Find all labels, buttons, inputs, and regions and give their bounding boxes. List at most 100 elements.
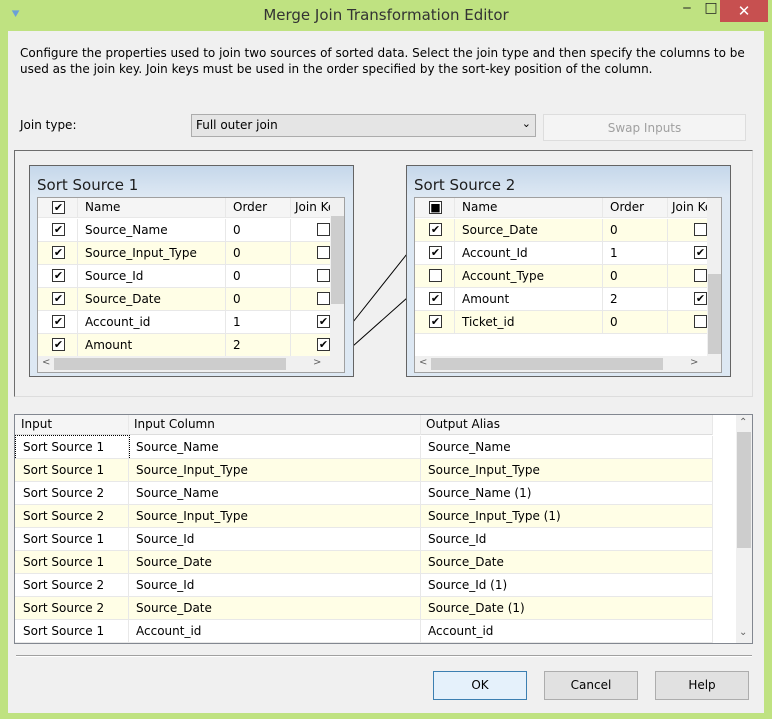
scroll-down-icon[interactable]: ⌄ [739, 627, 747, 638]
include-cell[interactable]: ✔ [38, 311, 78, 334]
include-cell[interactable]: ✔ [415, 311, 455, 334]
include-checkbox[interactable]: ✔ [52, 269, 65, 282]
scroll-right-icon[interactable]: > [690, 357, 698, 368]
include-cell[interactable]: ✔ [38, 288, 78, 311]
join-key-cell[interactable] [668, 265, 708, 288]
join-key-cell[interactable]: ✔ [291, 311, 331, 334]
output-row[interactable]: Sort Source 2 Source_Date Source_Date (1) [15, 597, 713, 620]
scroll-thumb[interactable] [431, 358, 663, 370]
join-key-checkbox[interactable] [694, 269, 707, 282]
join-key-checkbox[interactable] [317, 223, 330, 236]
join-type-dropdown[interactable]: Full outer join ⌄ [191, 114, 536, 137]
include-cell[interactable]: ✔ [38, 334, 78, 357]
column-row[interactable]: ✔ Account_Id 1 ✔ [415, 242, 707, 265]
join-key-cell[interactable] [291, 288, 331, 311]
swap-inputs-button[interactable]: Swap Inputs [543, 114, 746, 141]
output-alias-cell[interactable]: Source_Date [421, 551, 713, 574]
include-cell[interactable]: ✔ [415, 288, 455, 311]
include-checkbox[interactable]: ✔ [52, 246, 65, 259]
output-row[interactable]: Sort Source 1 Source_Id Source_Id [15, 528, 713, 551]
output-row[interactable]: Sort Source 2 Source_Input_Type Source_Inp… [15, 505, 713, 528]
join-key-checkbox[interactable] [317, 292, 330, 305]
join-key-checkbox[interactable]: ✔ [694, 246, 707, 259]
output-alias-cell[interactable]: Source_Id (1) [421, 574, 713, 597]
include-cell[interactable] [415, 265, 455, 288]
column-row[interactable]: ✔ Amount 2 ✔ [415, 288, 707, 311]
join-key-cell[interactable] [291, 242, 331, 265]
include-cell[interactable]: ✔ [38, 265, 78, 288]
join-key-cell[interactable]: ✔ [668, 242, 708, 265]
output-columns-grid[interactable]: Input Input Column Output Alias Sort Source… [14, 414, 753, 644]
include-checkbox[interactable]: ✔ [429, 292, 442, 305]
scroll-thumb[interactable] [737, 432, 751, 548]
scroll-thumb[interactable] [54, 358, 286, 370]
column-row[interactable]: ✔ Ticket_id 0 [415, 311, 707, 334]
output-alias-cell[interactable]: Source_Id [421, 528, 713, 551]
scroll-left-icon[interactable]: < [419, 357, 427, 368]
join-key-checkbox[interactable] [317, 269, 330, 282]
column-header[interactable]: Output Alias [421, 415, 713, 435]
join-key-cell[interactable] [668, 311, 708, 334]
column-row[interactable]: ✔ Source_Date 0 [38, 288, 330, 311]
select-all-cell[interactable]: ■ [415, 198, 455, 218]
scroll-left-icon[interactable]: < [42, 357, 50, 368]
include-checkbox[interactable]: ✔ [52, 292, 65, 305]
output-row[interactable]: Sort Source 1 Source_Date Source_Date [15, 551, 713, 574]
column-row[interactable]: ✔ Source_Input_Type 0 [38, 242, 330, 265]
cancel-button[interactable]: Cancel [544, 671, 638, 700]
scroll-thumb[interactable] [708, 274, 721, 354]
scroll-thumb[interactable] [331, 216, 344, 304]
output-alias-cell[interactable]: Account_id [421, 620, 713, 643]
include-cell[interactable]: ✔ [415, 242, 455, 265]
output-row[interactable]: Sort Source 2 Source_Name Source_Name (1) [15, 482, 713, 505]
join-key-cell[interactable] [291, 265, 331, 288]
join-key-cell[interactable] [291, 219, 331, 242]
include-checkbox[interactable] [429, 269, 442, 282]
include-checkbox[interactable]: ✔ [52, 223, 65, 236]
vertical-scrollbar[interactable] [330, 198, 344, 356]
include-checkbox[interactable]: ✔ [52, 315, 65, 328]
minimize-button[interactable]: ‒ [672, 0, 702, 22]
join-key-cell[interactable]: ✔ [291, 334, 331, 357]
column-row[interactable]: ✔ Account_id 1 ✔ [38, 311, 330, 334]
select-all-checkbox[interactable]: ✔ [52, 201, 65, 214]
output-row[interactable]: Sort Source 1 Source_Input_Type Source_Inp… [15, 459, 713, 482]
include-cell[interactable]: ✔ [38, 219, 78, 242]
source-columns-grid[interactable]: ✔NameOrderJoin Key✔Source_Name0✔Source_I… [37, 197, 345, 373]
horizontal-scrollbar[interactable]: < > [415, 356, 721, 372]
join-key-checkbox[interactable]: ✔ [317, 338, 330, 351]
output-alias-cell[interactable]: Source_Name [421, 436, 713, 459]
join-key-checkbox[interactable]: ✔ [694, 292, 707, 305]
horizontal-scrollbar[interactable]: < > [38, 356, 344, 372]
include-checkbox[interactable]: ✔ [429, 246, 442, 259]
join-key-checkbox[interactable] [694, 315, 707, 328]
output-alias-cell[interactable]: Source_Name (1) [421, 482, 713, 505]
select-all-checkbox[interactable]: ■ [429, 201, 442, 214]
output-row[interactable]: Sort Source 1 Source_Name Source_Name [15, 435, 713, 460]
column-row[interactable]: ✔ Source_Id 0 [38, 265, 330, 288]
column-row[interactable]: ✔ Amount 2 ✔ [38, 334, 330, 357]
join-key-checkbox[interactable] [694, 223, 707, 236]
ok-button[interactable]: OK [433, 671, 527, 700]
include-checkbox[interactable]: ✔ [52, 338, 65, 351]
sort-source-2-box[interactable]: Sort Source 2 ■ NameOrderJoin Key ✔ Source_D… [406, 165, 731, 377]
join-key-checkbox[interactable] [317, 246, 330, 259]
help-button[interactable]: Help [655, 671, 749, 700]
vertical-scrollbar[interactable]: ⌃ ⌄ [736, 415, 752, 643]
output-row[interactable]: Sort Source 2 Source_Id Source_Id (1) [15, 574, 713, 597]
output-alias-cell[interactable]: Source_Input_Type (1) [421, 505, 713, 528]
column-row[interactable]: ✔ Source_Name 0 [38, 219, 330, 242]
join-key-checkbox[interactable]: ✔ [317, 315, 330, 328]
include-checkbox[interactable]: ✔ [429, 315, 442, 328]
column-header[interactable]: Input [16, 415, 129, 435]
output-row[interactable]: Sort Source 1 Account_id Account_id [15, 620, 713, 643]
close-button[interactable]: ✕ [720, 0, 768, 22]
maximize-button[interactable]: □ [702, 0, 720, 22]
output-alias-cell[interactable]: Source_Date (1) [421, 597, 713, 620]
include-cell[interactable]: ✔ [38, 242, 78, 265]
column-header[interactable]: Input Column [129, 415, 421, 435]
scroll-up-icon[interactable]: ⌃ [739, 417, 747, 428]
select-all-cell[interactable]: ✔ [38, 198, 78, 218]
join-key-cell[interactable]: ✔ [668, 288, 708, 311]
source-columns-grid[interactable]: ■NameOrderJoin Key✔Source_Date0✔Account_… [414, 197, 722, 373]
